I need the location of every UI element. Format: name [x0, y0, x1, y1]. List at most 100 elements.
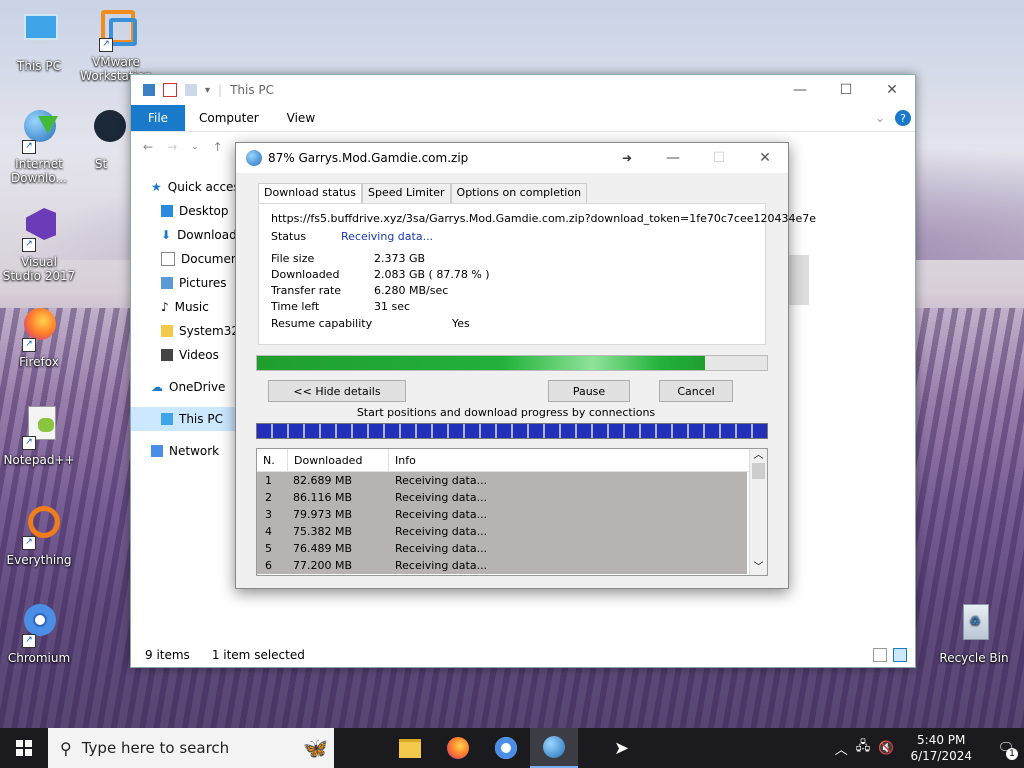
- back-arrow-icon[interactable]: ←: [143, 140, 153, 154]
- taskbar-file-explorer[interactable]: [386, 728, 434, 768]
- desktop-icon-chromium[interactable]: ↗ Chromium: [1, 602, 77, 665]
- connection-row[interactable]: 2 86.116 MB Receiving data...: [257, 489, 747, 506]
- cancel-button[interactable]: Cancel: [659, 380, 733, 402]
- details-view-icon[interactable]: [873, 648, 887, 662]
- connection-number: 6: [265, 559, 272, 572]
- desktop-icon-label: Recycle Bin: [939, 651, 1009, 665]
- sidebar-item-label: Pictures: [179, 276, 227, 290]
- desktop-icon-vmware[interactable]: ↗ VMware Workstation: [78, 6, 154, 83]
- connection-row[interactable]: 4 75.382 MB Receiving data...: [257, 523, 747, 540]
- butterfly-icon: 🦋: [303, 736, 328, 760]
- desktop-folder-icon: [161, 205, 173, 217]
- connection-downloaded: 75.382 MB: [293, 525, 353, 538]
- start-button[interactable]: [0, 728, 48, 768]
- network-status-icon[interactable]: 🖧: [856, 737, 871, 759]
- minimize-button[interactable]: —: [777, 75, 823, 105]
- clock-time: 5:40 PM: [917, 733, 966, 747]
- tab-view[interactable]: View: [273, 111, 329, 125]
- connection-row[interactable]: 1 82.689 MB Receiving data...: [257, 472, 747, 489]
- desktop-icon-recycle-bin[interactable]: ♻ Recycle Bin: [936, 602, 1012, 665]
- action-center-button[interactable]: 🗨 1: [988, 728, 1024, 768]
- shortcut-arrow-icon: ↗: [22, 238, 36, 252]
- desktop-icon-firefox[interactable]: ↗ Firefox: [1, 306, 77, 369]
- up-arrow-icon[interactable]: ↑: [213, 140, 223, 154]
- vmware-icon: ↗: [93, 6, 139, 52]
- shortcut-arrow-icon: ↗: [22, 536, 36, 550]
- connection-row[interactable]: 5 76.489 MB Receiving data...: [257, 540, 747, 557]
- minimize-button[interactable]: —: [650, 143, 696, 173]
- desktop-icon-label: Everything: [6, 553, 72, 567]
- list-scrollbar[interactable]: ︿ ﹀: [749, 449, 767, 575]
- connection-downloaded: 82.689 MB: [293, 474, 353, 487]
- tab-speed-limiter[interactable]: Speed Limiter: [361, 183, 451, 203]
- recent-locations-icon[interactable]: ⌄: [191, 142, 199, 152]
- hide-details-button[interactable]: << Hide details: [268, 380, 406, 402]
- explorer-app-icon: [143, 84, 155, 96]
- monitor-icon: [16, 10, 62, 56]
- show-hidden-icons-icon[interactable]: ︿: [835, 739, 848, 758]
- sidebar-item-label: This PC: [179, 412, 223, 426]
- forward-arrow-icon[interactable]: →: [167, 140, 177, 154]
- tab-computer[interactable]: Computer: [185, 111, 273, 125]
- customize-qat-icon[interactable]: ▾: [205, 85, 210, 96]
- tab-options-on-completion[interactable]: Options on completion: [450, 183, 588, 203]
- scroll-up-icon[interactable]: ︿: [750, 449, 767, 463]
- desktop-icon-notepadpp[interactable]: ↗ Notepad++: [1, 404, 77, 467]
- arrow-icon: ➜: [621, 151, 632, 165]
- idm-icon: [543, 736, 565, 758]
- column-header-info[interactable]: Info: [389, 449, 745, 471]
- desktop-icon-steam[interactable]: St: [76, 108, 126, 171]
- taskbar-idm[interactable]: [530, 728, 578, 768]
- taskbar: ⚲ Type here to search 🦋 ➤ ︿ 🖧 🔇 5:40 PM …: [0, 728, 1024, 768]
- notepadpp-icon: ↗: [16, 404, 62, 450]
- taskbar-firefox[interactable]: [434, 728, 482, 768]
- connection-info: Receiving data...: [395, 491, 488, 504]
- cloud-icon: ☁: [151, 380, 163, 394]
- connection-downloaded: 77.200 MB: [293, 559, 353, 572]
- chromium-icon: [495, 737, 517, 759]
- recycle-bin-icon: ♻: [951, 602, 997, 648]
- desktop-icon-everything[interactable]: ↗ Everything: [1, 504, 77, 567]
- maximize-button: ☐: [712, 150, 726, 166]
- idm-app-icon: [246, 150, 262, 166]
- close-button[interactable]: ✕: [869, 75, 915, 105]
- desktop-icon-idm[interactable]: ↗ Internet Downlo...: [1, 108, 77, 185]
- desktop-icon-this-pc[interactable]: This PC: [1, 10, 77, 73]
- expand-ribbon-icon[interactable]: ⌄: [875, 111, 885, 125]
- desktop-icon-visual-studio[interactable]: ↗ Visual Studio 2017: [1, 206, 77, 283]
- dialog-title: 87% Garrys.Mod.Gamdie.com.zip: [268, 151, 469, 165]
- large-icons-view-icon[interactable]: [893, 648, 907, 662]
- column-header-downloaded[interactable]: Downloaded: [288, 449, 389, 471]
- properties-icon[interactable]: [163, 83, 177, 97]
- item-count: 9 items: [145, 648, 190, 662]
- new-folder-icon[interactable]: [185, 84, 197, 96]
- desktop-icon-label: St: [94, 157, 108, 171]
- pause-button[interactable]: Pause: [548, 380, 630, 402]
- resume-capability-label: Resume capability: [271, 317, 373, 330]
- selected-item-highlight[interactable]: [787, 255, 809, 305]
- clock-date: 6/17/2024: [910, 749, 972, 763]
- file-size-label: File size: [271, 252, 315, 265]
- status-bar: 9 items 1 item selected: [131, 643, 915, 667]
- taskbar-search-box[interactable]: ⚲ Type here to search 🦋: [48, 728, 334, 768]
- column-header-n[interactable]: N.: [257, 449, 288, 471]
- mouse-cursor-icon: ➤: [614, 737, 630, 759]
- connection-row[interactable]: 3 79.973 MB Receiving data...: [257, 506, 747, 523]
- connection-downloaded: 79.973 MB: [293, 508, 353, 521]
- connection-number: 5: [265, 542, 272, 555]
- maximize-button[interactable]: ☐: [823, 75, 869, 105]
- shortcut-arrow-icon: ↗: [22, 140, 36, 154]
- help-icon[interactable]: ?: [895, 110, 911, 126]
- window-title: This PC: [230, 83, 275, 97]
- download-progress-bar: [256, 355, 768, 371]
- scroll-down-icon[interactable]: ﹀: [750, 561, 767, 575]
- taskbar-chromium[interactable]: [482, 728, 530, 768]
- connection-number: 3: [265, 508, 272, 521]
- connection-info: Receiving data...: [395, 474, 488, 487]
- close-button[interactable]: ✕: [742, 143, 788, 173]
- tab-file[interactable]: File: [131, 105, 185, 131]
- volume-muted-icon[interactable]: 🔇: [878, 741, 894, 756]
- connection-row[interactable]: 6 77.200 MB Receiving data...: [257, 557, 747, 574]
- scroll-thumb[interactable]: [752, 463, 765, 479]
- system-clock[interactable]: 5:40 PM 6/17/2024: [910, 732, 972, 764]
